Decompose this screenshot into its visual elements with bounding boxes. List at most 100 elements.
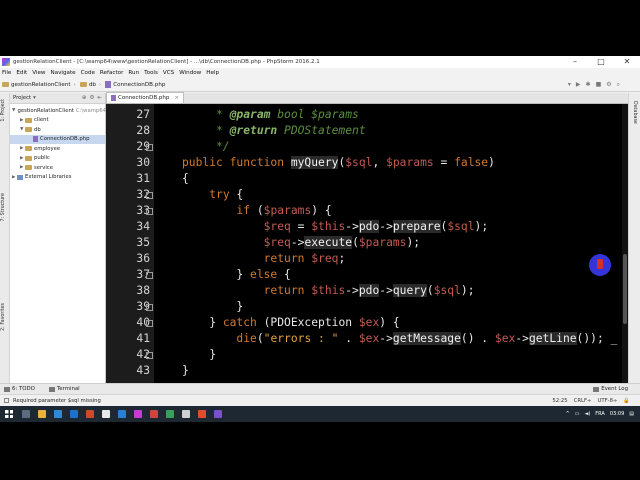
tree-item[interactable]: ▶ employee: [10, 144, 105, 154]
search-icon[interactable]: ⌕: [617, 81, 620, 89]
taskbar-app-icon[interactable]: [98, 406, 114, 422]
network-icon[interactable]: ▭: [575, 411, 580, 417]
menu-vcs[interactable]: VCS: [163, 70, 174, 76]
menu-navigate[interactable]: Navigate: [51, 70, 76, 76]
code-line[interactable]: 27 * @param bool $params: [106, 107, 628, 123]
tree-item[interactable]: ▶ public: [10, 154, 105, 164]
tool-tab-favorites[interactable]: 2: Favorites: [1, 303, 6, 331]
event-log-button[interactable]: Event Log: [593, 386, 628, 392]
todo-tool-button[interactable]: 6: TODO: [4, 386, 35, 392]
menu-code[interactable]: Code: [81, 70, 95, 76]
tool-tab-database[interactable]: Database: [632, 101, 637, 124]
tray-arrow-icon[interactable]: ^: [566, 411, 570, 417]
code-line[interactable]: 43}: [106, 363, 628, 379]
volume-icon[interactable]: ◄): [584, 411, 590, 417]
taskbar-app-icon[interactable]: [194, 406, 210, 422]
taskbar-app-icon[interactable]: [178, 406, 194, 422]
line-number: 33: [136, 204, 150, 217]
tree-item[interactable]: ▼ gestionRelationClient C:\wamp64\: [10, 106, 108, 116]
fold-marker-icon[interactable]: [146, 192, 153, 199]
code-line[interactable]: 30 public function myQuery($sql, $params …: [106, 155, 628, 171]
code-line[interactable]: 31 {: [106, 171, 628, 187]
code-line[interactable]: 32 try {: [106, 187, 628, 203]
taskbar-app-icon[interactable]: [162, 406, 178, 422]
taskbar-app-icon[interactable]: [210, 406, 226, 422]
breadcrumb-project[interactable]: gestionRelationClient ›: [2, 82, 76, 88]
code-line[interactable]: 28 * @return PDOStatement: [106, 123, 628, 139]
taskbar-app-icon[interactable]: [50, 406, 66, 422]
breadcrumb-db[interactable]: db ›: [79, 82, 101, 88]
settings-icon[interactable]: ⚙: [606, 81, 611, 88]
maximize-button[interactable]: □: [588, 56, 614, 68]
fold-marker-icon[interactable]: [146, 144, 153, 151]
code-line[interactable]: 29 */: [106, 139, 628, 155]
fold-marker-icon[interactable]: [146, 272, 153, 279]
terminal-tool-button[interactable]: Terminal: [48, 386, 80, 392]
taskbar-app-icon[interactable]: [114, 406, 130, 422]
code-editor[interactable]: 27 * @param bool $params 28 * @return PDO…: [106, 104, 628, 383]
menu-run[interactable]: Run: [128, 70, 139, 76]
code-text: }: [182, 364, 189, 377]
code-line[interactable]: 38 return $this->pdo->query($sql);: [106, 283, 628, 299]
minimize-button[interactable]: –: [562, 56, 588, 68]
close-tab-icon[interactable]: ×: [174, 95, 179, 101]
code-line[interactable]: 33 if ($params) {: [106, 203, 628, 219]
code-line[interactable]: 35 $req->execute($params);: [106, 235, 628, 251]
options-icon[interactable]: ⚙: [89, 95, 94, 101]
clock[interactable]: 03:09: [610, 411, 624, 417]
menu-tools[interactable]: Tools: [144, 70, 158, 76]
code-line[interactable]: 41 die("errors : " . $ex->getMessage() .…: [106, 331, 628, 347]
debug-icon[interactable]: ✱: [586, 81, 591, 88]
taskbar-app-icon[interactable]: [18, 406, 34, 422]
line-separator[interactable]: CRLF÷: [574, 398, 592, 404]
tree-item[interactable]: ▼ db: [10, 125, 105, 135]
menu-refactor[interactable]: Refactor: [100, 70, 123, 76]
code-line[interactable]: 40 } catch (PDOException $ex) {: [106, 315, 628, 331]
fold-marker-icon[interactable]: [146, 208, 153, 215]
fold-marker-icon[interactable]: [146, 304, 153, 311]
file-encoding[interactable]: UTF-8÷: [598, 398, 618, 404]
tree-item[interactable]: ▶ External Libraries: [10, 173, 105, 183]
hide-panel-icon[interactable]: ⇤: [97, 95, 102, 101]
tree-item[interactable]: ▶ service: [10, 163, 105, 173]
menu-view[interactable]: View: [32, 70, 45, 76]
tree-item-label: client: [34, 117, 49, 124]
language-indicator[interactable]: FRA: [595, 411, 605, 417]
taskbar-app-icon[interactable]: [34, 406, 50, 422]
close-button[interactable]: ✕: [614, 56, 640, 68]
fold-marker-icon[interactable]: [146, 320, 153, 327]
taskbar-app-icon[interactable]: [130, 406, 146, 422]
code-line[interactable]: 37 } else {: [106, 267, 628, 283]
cursor-position[interactable]: 52:25: [552, 398, 567, 404]
tool-tab-project[interactable]: 1: Project: [1, 99, 6, 122]
fold-marker-icon[interactable]: [146, 352, 153, 359]
lock-icon[interactable]: 🔒: [623, 398, 630, 404]
code-line[interactable]: 36 return $req;: [106, 251, 628, 267]
taskbar-app-icon[interactable]: [66, 406, 82, 422]
right-tool-strip: Database: [628, 93, 640, 383]
project-view-selector[interactable]: Project: [13, 95, 31, 101]
taskbar-app-icon[interactable]: [82, 406, 98, 422]
run-config-dropdown[interactable]: ▾: [568, 81, 571, 88]
tree-item[interactable]: ▶ client: [10, 116, 105, 126]
menu-file[interactable]: File: [2, 70, 11, 76]
code-line[interactable]: 42 }: [106, 347, 628, 363]
menu-edit[interactable]: Edit: [16, 70, 27, 76]
tool-tab-structure[interactable]: 7: Structure: [1, 193, 6, 222]
run-icon[interactable]: ▶: [576, 81, 581, 88]
taskbar-app-icon[interactable]: [146, 406, 162, 422]
menu-help[interactable]: Help: [206, 70, 219, 76]
code-line[interactable]: 39 }: [106, 299, 628, 315]
editor-tab-connectiondb[interactable]: ConnectionDB.php ×: [106, 92, 184, 103]
breadcrumb-file[interactable]: ConnectionDB.php: [105, 81, 165, 88]
notifications-icon[interactable]: ▤: [629, 411, 634, 417]
sync-icon[interactable]: ⊕: [82, 95, 87, 101]
toggle-tool-windows-icon[interactable]: [4, 398, 9, 403]
scrollbar-thumb[interactable]: [623, 254, 627, 324]
tree-item[interactable]: ConnectionDB.php: [10, 134, 105, 144]
stop-icon[interactable]: ■: [596, 81, 602, 88]
menu-window[interactable]: Window: [179, 70, 201, 76]
start-button[interactable]: [0, 406, 18, 422]
expanded-arrow-icon[interactable]: ▼: [12, 108, 15, 113]
code-line[interactable]: 34 $req = $this->pdo->prepare($sql);: [106, 219, 628, 235]
